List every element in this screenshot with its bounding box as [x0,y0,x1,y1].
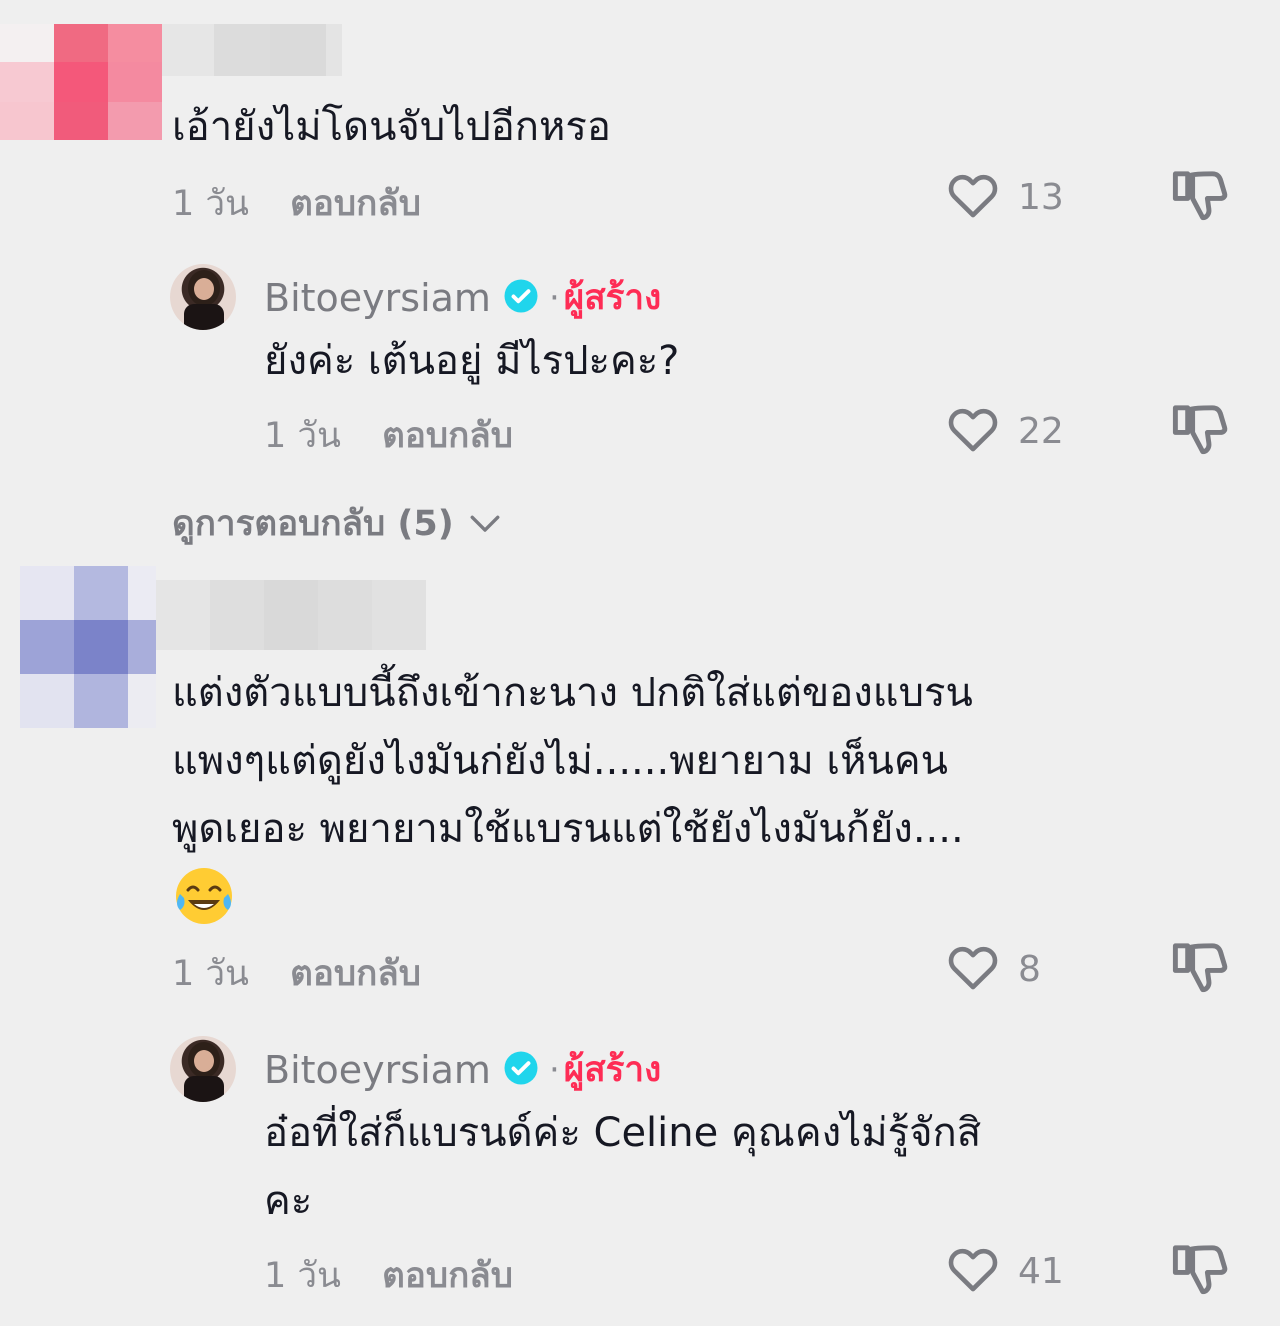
heart-outline-icon [944,400,1002,462]
comment-2-like-button[interactable]: 8 [944,938,1041,1000]
heart-outline-icon [944,938,1002,1000]
separator-dot: · [548,277,560,318]
reply-1-username[interactable]: Bitoeyrsiam [264,276,491,320]
view-replies-label: ดูการตอบกลับ (5) [172,504,454,544]
thumbs-down-icon [1168,1245,1232,1304]
avatar-creator-reply-1[interactable] [170,264,236,330]
comment-1-text: เอ้ายังไม่โดนจับไปอีกหรอ [172,104,611,150]
comment-1-time: 1 วัน [172,184,249,224]
comment-1-meta: 1 วัน ตอบกลับ [172,176,421,231]
comment-2-time: 1 วัน [172,954,249,994]
reply-1-like-count: 22 [1018,410,1064,452]
username-comment-1-redacted[interactable] [162,24,342,76]
comment-1-like-button[interactable]: 13 [944,166,1064,228]
comment-2-text-line-3: พูดเยอะ พยายามใช้แบรนแต่ใช้ยังไงมันก้ยัง… [172,806,964,852]
username-comment-2-redacted[interactable] [156,580,426,650]
view-replies-button[interactable]: ดูการตอบกลับ (5) [172,496,502,551]
avatar-comment-2[interactable] [20,566,156,728]
comment-2-reply-button[interactable]: ตอบกลับ [290,954,421,994]
reply-2-text-line-2: คะ [264,1178,313,1224]
chevron-down-icon [468,504,502,544]
comment-2-text-line-1: แต่งตัวแบบนี้ถึงเข้ากะนาง ปกติใส่แต่ของแ… [172,670,973,716]
reply-1-meta: 1 วัน ตอบกลับ [264,408,513,463]
reply-1-header: Bitoeyrsiam · ผู้สร้าง [264,270,661,325]
thumbs-down-icon [1168,405,1232,464]
verified-badge-icon [503,278,539,318]
heart-outline-icon [944,166,1002,228]
reply-1-text: ยังค่ะ เต้นอยู่ มีไรปะคะ? [264,338,680,384]
reply-2-like-count: 41 [1018,1250,1064,1292]
comment-1-dislike-button[interactable] [1168,166,1232,230]
reply-2-dislike-button[interactable] [1168,1240,1232,1304]
reply-2-header: Bitoeyrsiam · ผู้สร้าง [264,1042,661,1097]
avatar-creator-reply-2[interactable] [170,1036,236,1102]
verified-badge-icon [503,1050,539,1090]
reply-1-like-button[interactable]: 22 [944,400,1064,462]
comment-2-like-count: 8 [1018,948,1041,990]
comment-1-reply-button[interactable]: ตอบกลับ [290,184,421,224]
thumbs-down-icon [1168,943,1232,1002]
reply-2-like-button[interactable]: 41 [944,1240,1064,1302]
heart-outline-icon [944,1240,1002,1302]
separator-dot: · [548,1049,560,1090]
comment-2-text-line-2: แพงๆแต่ดูยังไงมันก่ยังไม่......พยายาม เห… [172,738,948,784]
reply-1-dislike-button[interactable] [1168,400,1232,464]
reply-2-username[interactable]: Bitoeyrsiam [264,1048,491,1092]
reply-2-meta: 1 วัน ตอบกลับ [264,1248,513,1303]
reply-2-creator-label: ผู้สร้าง [563,1050,662,1090]
comment-2-dislike-button[interactable] [1168,938,1232,1002]
reply-2-text-line-1: อ๋อที่ใส่ก็แบรนด์ค่ะ Celine คุณคงไม่รู้จ… [264,1110,982,1156]
reply-2-reply-button[interactable]: ตอบกลับ [382,1256,513,1296]
comment-1-like-count: 13 [1018,176,1064,218]
reply-1-creator-label: ผู้สร้าง [563,278,662,318]
reply-1-reply-button[interactable]: ตอบกลับ [382,416,513,456]
thumbs-down-icon [1168,171,1232,230]
comment-2-meta: 1 วัน ตอบกลับ [172,946,421,1001]
reply-2-time: 1 วัน [264,1256,341,1296]
avatar-comment-1[interactable] [0,24,162,140]
crying-laughing-emoji [172,864,236,928]
reply-1-time: 1 วัน [264,416,341,456]
